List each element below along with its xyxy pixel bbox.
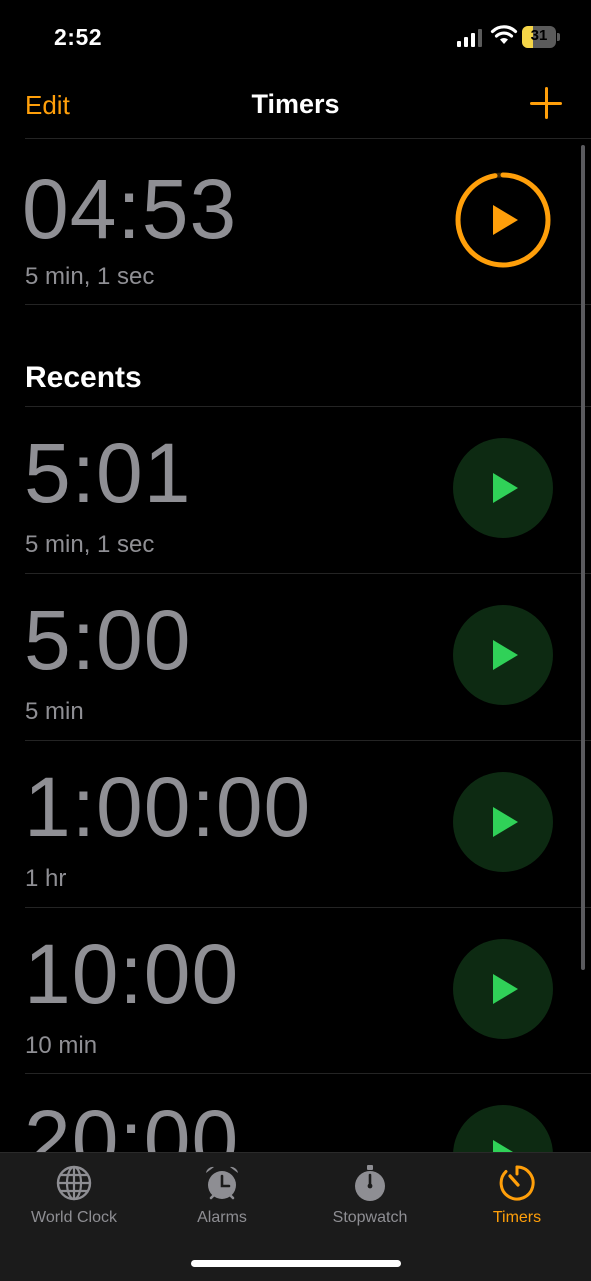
start-timer-button[interactable] (453, 605, 553, 705)
start-timer-button[interactable] (453, 939, 553, 1039)
play-icon (493, 640, 518, 670)
status-bar: 2:52 31 (0, 0, 591, 70)
recent-timer-row[interactable]: 10:00 10 min (0, 908, 591, 1074)
tab-world-clock[interactable]: World Clock (0, 1153, 148, 1253)
play-icon (493, 473, 518, 503)
tab-label: Timers (492, 1209, 542, 1226)
timer-icon (499, 1165, 535, 1201)
active-timer-label: 5 min, 1 sec (25, 263, 155, 290)
globe-icon (56, 1165, 92, 1201)
status-time: 2:52 (54, 24, 103, 50)
recent-timer-label: 5 min, 1 sec (25, 531, 155, 558)
resume-timer-button[interactable] (453, 170, 553, 270)
navigation-bar: Edit Timers (0, 70, 591, 138)
recent-timer-time: 10:00 (24, 927, 240, 1021)
battery-icon: 31 (522, 26, 562, 48)
alarm-clock-icon (206, 1166, 238, 1200)
recent-timer-label: 10 min (25, 1032, 98, 1059)
recent-timer-time: 5:01 (24, 426, 192, 520)
recent-timer-label: 1 hr (25, 865, 67, 892)
tab-label: Stopwatch (332, 1209, 408, 1226)
recent-timer-time: 5:00 (24, 593, 192, 687)
active-timer-time: 04:53 (22, 162, 238, 256)
recent-timer-row[interactable]: 5:00 5 min (0, 574, 591, 740)
tab-timers[interactable]: Timers (443, 1153, 591, 1253)
recent-timer-row[interactable]: 1:00:00 1 hr (0, 741, 591, 907)
tab-label: Alarms (197, 1209, 247, 1226)
play-icon (493, 974, 518, 1004)
page-title: Timers (251, 89, 340, 119)
wifi-icon (490, 25, 518, 44)
battery-percent: 31 (530, 27, 548, 44)
cellular-signal-icon (457, 29, 482, 47)
play-icon (493, 807, 518, 837)
active-timer[interactable]: 04:53 5 min, 1 sec (0, 139, 591, 304)
start-timer-button[interactable] (453, 438, 553, 538)
recent-timer-row[interactable]: 5:01 5 min, 1 sec (0, 407, 591, 573)
recents-heading: Recents (25, 361, 142, 394)
start-timer-button[interactable] (453, 772, 553, 872)
home-indicator (191, 1260, 401, 1267)
tab-label: World Clock (31, 1209, 117, 1226)
add-timer-button[interactable] (530, 87, 564, 121)
recent-timer-label: 5 min (25, 698, 84, 725)
scrollbar[interactable] (581, 145, 585, 970)
tab-alarms[interactable]: Alarms (148, 1153, 296, 1253)
stopwatch-icon (355, 1165, 385, 1201)
play-icon (493, 205, 518, 235)
divider (25, 304, 591, 305)
recent-timer-time: 1:00:00 (24, 760, 312, 854)
tab-stopwatch[interactable]: Stopwatch (296, 1153, 444, 1253)
